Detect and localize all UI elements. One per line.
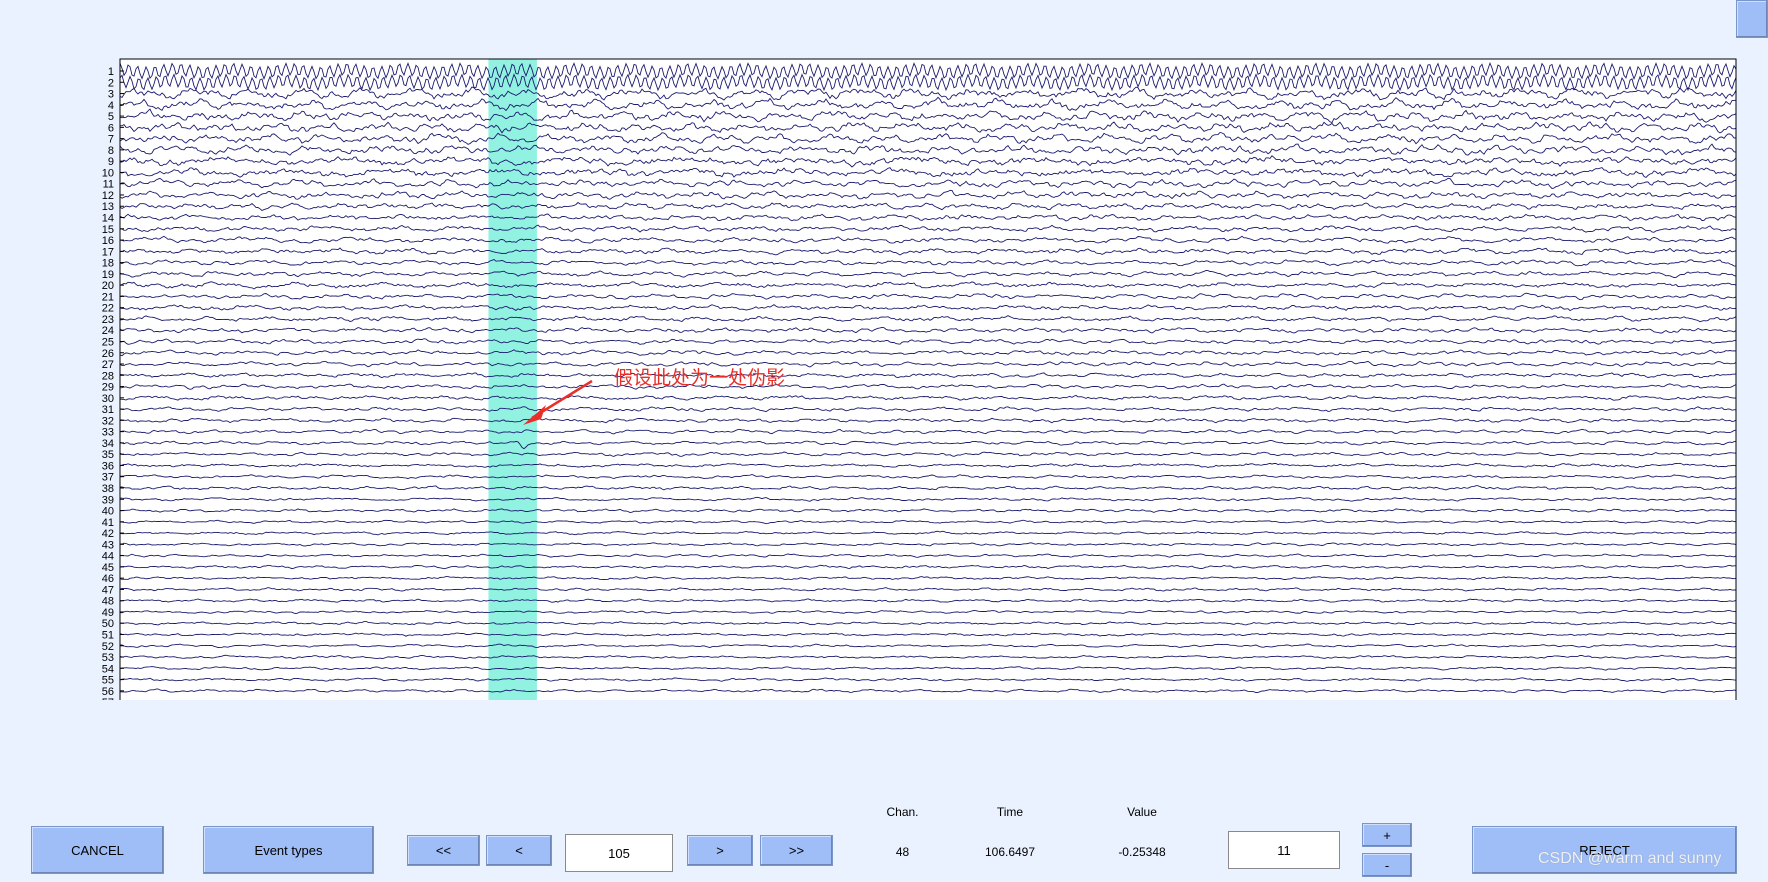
marked-region[interactable]	[488, 59, 537, 700]
channel-label: 48	[102, 596, 114, 608]
corner-button[interactable]	[1736, 0, 1768, 38]
position-input[interactable]: 105	[565, 834, 673, 872]
channel-label: 28	[102, 370, 114, 382]
first-page-button[interactable]: <<	[407, 835, 480, 866]
channel-label: 20	[102, 280, 114, 292]
channel-label: 40	[102, 506, 114, 518]
channel-label: 57	[102, 697, 114, 700]
channel-label: 15	[102, 224, 114, 236]
channel-label: 53	[102, 652, 114, 664]
channel-label: 21	[102, 291, 114, 303]
eeg-plot[interactable]: 1234567891011121314151617181920212223242…	[0, 0, 1768, 700]
channel-label: 12	[102, 190, 114, 202]
channel-label: 23	[102, 314, 114, 326]
channel-label: 36	[102, 460, 114, 472]
scale-minus-button[interactable]: -	[1362, 853, 1412, 877]
channel-label: 39	[102, 494, 114, 506]
channel-label: 34	[102, 438, 114, 450]
channel-label: 42	[102, 528, 114, 540]
channel-label: 35	[102, 449, 114, 461]
scale-input[interactable]: 11	[1228, 831, 1340, 869]
last-page-button[interactable]: >>	[760, 835, 833, 866]
channel-label: 1	[108, 66, 114, 78]
channel-label: 27	[102, 359, 114, 371]
channel-label: 2	[108, 77, 114, 89]
channel-label: 32	[102, 415, 114, 427]
channel-label: 55	[102, 675, 114, 687]
channel-label: 4	[108, 100, 114, 112]
channel-label: 46	[102, 573, 114, 585]
channel-label: 26	[102, 348, 114, 360]
event-types-button[interactable]: Event types	[203, 826, 374, 874]
channel-label: 19	[102, 269, 114, 281]
channel-label: 41	[102, 517, 114, 529]
annotation-text: 假设此处为一处伪影	[614, 367, 785, 389]
scale-plus-button[interactable]: +	[1362, 823, 1412, 847]
channel-label: 51	[102, 630, 114, 642]
channel-label: 16	[102, 235, 114, 247]
channel-label: 22	[102, 303, 114, 315]
channel-label: 52	[102, 641, 114, 653]
chan-value: 48	[895, 845, 910, 859]
channel-label: 6	[108, 122, 114, 134]
next-page-button[interactable]: >	[687, 835, 753, 866]
channel-label: 31	[102, 404, 114, 416]
channel-label: 54	[102, 663, 114, 675]
channel-label: 49	[102, 607, 114, 619]
channel-label: 44	[102, 551, 114, 563]
channel-label: 37	[102, 472, 114, 484]
channel-label: 18	[102, 258, 114, 270]
channel-label: 5	[108, 111, 114, 123]
channel-label: 17	[102, 246, 114, 258]
channel-label: 38	[102, 483, 114, 495]
time-label: Time	[996, 805, 1024, 819]
eeg-scroll-window: 1 2 3 4 5 6 7 8 9 10 11 12 13 14 15 16 17 18 19 20 21 22 23 24 2…	[0, 0, 1768, 882]
channel-label: 56	[102, 686, 114, 698]
channel-label: 9	[108, 156, 114, 168]
channel-label: 29	[102, 382, 114, 394]
prev-page-button[interactable]: <	[486, 835, 552, 866]
channel-label: 43	[102, 539, 114, 551]
reject-button[interactable]: REJECT	[1472, 826, 1737, 874]
channel-label: 47	[102, 584, 114, 596]
channel-label: 13	[102, 201, 114, 213]
channel-label: 30	[102, 393, 114, 405]
channel-label: 10	[102, 167, 114, 179]
channel-label: 3	[108, 89, 114, 101]
channel-label: 8	[108, 145, 114, 157]
channel-label: 45	[102, 562, 114, 574]
time-value: 106.6497	[984, 845, 1036, 859]
channel-label: 50	[102, 618, 114, 630]
channel-label: 33	[102, 427, 114, 439]
value-label: Value	[1127, 805, 1157, 819]
plot-background	[120, 59, 1736, 700]
cancel-button[interactable]: CANCEL	[31, 826, 164, 874]
channel-label: 7	[108, 134, 114, 146]
channel-label: 25	[102, 336, 114, 348]
channel-label: 14	[102, 213, 114, 225]
chan-label: Chan.	[886, 805, 919, 819]
channel-label: 24	[102, 325, 114, 337]
channel-label: 11	[103, 179, 114, 191]
value-value: -0.25348	[1118, 845, 1166, 859]
